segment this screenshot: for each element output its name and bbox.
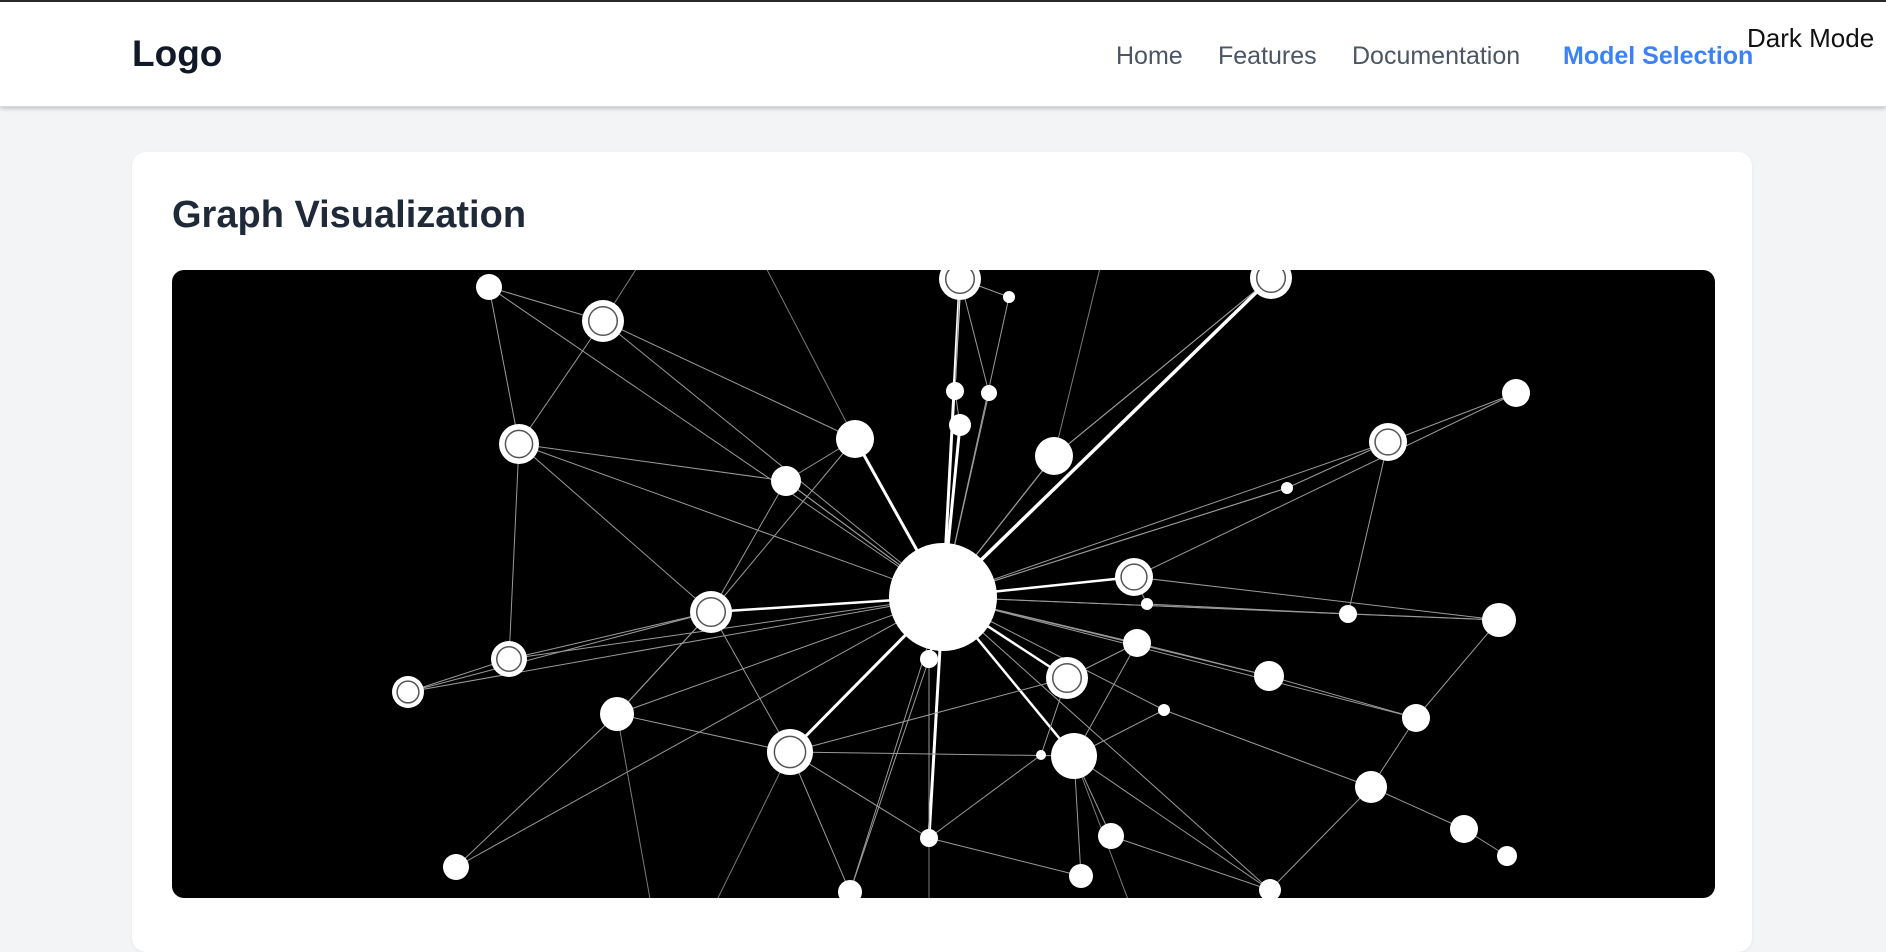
- graph-edge: [455, 596, 944, 868]
- graph-edge: [508, 611, 712, 660]
- graph-node[interactable]: [1450, 815, 1478, 843]
- graph-edge: [1146, 603, 1349, 615]
- graph-edge: [407, 611, 712, 693]
- graph-canvas[interactable]: [172, 270, 1715, 898]
- graph-edge: [1268, 675, 1417, 719]
- graph-node[interactable]: [920, 829, 938, 847]
- graph-node[interactable]: [1035, 437, 1073, 475]
- graph-node[interactable]: [1069, 864, 1093, 888]
- graph-edge: [928, 754, 1042, 839]
- graph-edge: [1133, 392, 1517, 578]
- graph-edge: [616, 713, 651, 898]
- graph-edge: [488, 286, 944, 598]
- graph-edge: [518, 443, 712, 613]
- graph-edge: [1136, 642, 1270, 677]
- graph-node[interactable]: [1123, 629, 1151, 657]
- graph-edge: [1133, 576, 1500, 621]
- graph-card: Graph Visualization: [132, 152, 1752, 952]
- graph-node[interactable]: [1141, 598, 1153, 610]
- graph-edge: [508, 443, 520, 660]
- graph-node[interactable]: [1482, 603, 1516, 637]
- graph-edge: [928, 837, 1082, 877]
- graph-node[interactable]: [981, 385, 997, 401]
- graph-node[interactable]: [771, 466, 801, 496]
- card-title: Graph Visualization: [172, 194, 527, 236]
- graph-edge: [616, 713, 791, 753]
- graph-node[interactable]: [1003, 291, 1015, 303]
- graph-node[interactable]: [939, 270, 981, 300]
- graph-edge: [789, 751, 1075, 757]
- graph-edge: [717, 751, 791, 898]
- graph-node[interactable]: [476, 274, 502, 300]
- graph-node[interactable]: [889, 543, 997, 651]
- graph-edge: [488, 286, 520, 445]
- graph-node[interactable]: [949, 414, 971, 436]
- top-navbar: Logo Home Features Documentation Model S…: [0, 2, 1886, 107]
- graph-edge: [1073, 755, 1271, 891]
- graph-edge: [1053, 270, 1101, 457]
- graph-edge: [455, 713, 618, 868]
- nav-model-selection-link[interactable]: Model Selection: [1563, 38, 1753, 74]
- nav-home-link[interactable]: Home: [1116, 38, 1183, 74]
- graph-edge: [849, 658, 930, 893]
- graph-edge: [710, 480, 787, 613]
- graph-node[interactable]: [920, 650, 938, 668]
- graph-edge: [942, 487, 1288, 598]
- graph-node[interactable]: [1497, 846, 1517, 866]
- graph-edge: [602, 320, 856, 440]
- graph-edge: [941, 276, 1273, 599]
- graph-node[interactable]: [600, 697, 634, 731]
- graph-edge: [518, 320, 604, 445]
- graph-node[interactable]: [443, 854, 469, 880]
- graph-edge: [1415, 619, 1500, 719]
- graph-node[interactable]: [1036, 750, 1046, 760]
- graph-node[interactable]: [1281, 482, 1293, 494]
- graph-edge: [518, 443, 944, 598]
- graph-edge: [710, 611, 791, 753]
- graph-edge: [789, 751, 930, 839]
- graph-edge: [710, 438, 856, 613]
- graph-edge: [766, 270, 856, 440]
- dark-mode-toggle[interactable]: Dark Mode: [1747, 20, 1874, 56]
- graph-node[interactable]: [1355, 771, 1387, 803]
- graph-node[interactable]: [1051, 733, 1097, 779]
- graph-edge: [942, 441, 1389, 598]
- graph-node[interactable]: [1339, 605, 1357, 623]
- graph-node[interactable]: [946, 382, 964, 400]
- graph-edge: [1163, 709, 1372, 788]
- graph-node[interactable]: [1402, 704, 1430, 732]
- graph-edge: [1053, 277, 1272, 457]
- graph-edge: [1387, 392, 1517, 443]
- logo[interactable]: Logo: [132, 32, 222, 76]
- nav-documentation-link[interactable]: Documentation: [1352, 38, 1520, 74]
- graph-node[interactable]: [1098, 823, 1124, 849]
- graph-node[interactable]: [1158, 704, 1170, 716]
- graph-node[interactable]: [836, 420, 874, 458]
- graph-node[interactable]: [1254, 661, 1284, 691]
- graph-visualization[interactable]: [172, 270, 1715, 898]
- graph-edge: [1347, 441, 1389, 615]
- graph-edge: [1269, 786, 1372, 891]
- graph-edge: [602, 320, 944, 598]
- nav-features-link[interactable]: Features: [1218, 38, 1317, 74]
- graph-node[interactable]: [1502, 379, 1530, 407]
- graph-edge: [1110, 835, 1271, 891]
- graph-node[interactable]: [838, 880, 862, 898]
